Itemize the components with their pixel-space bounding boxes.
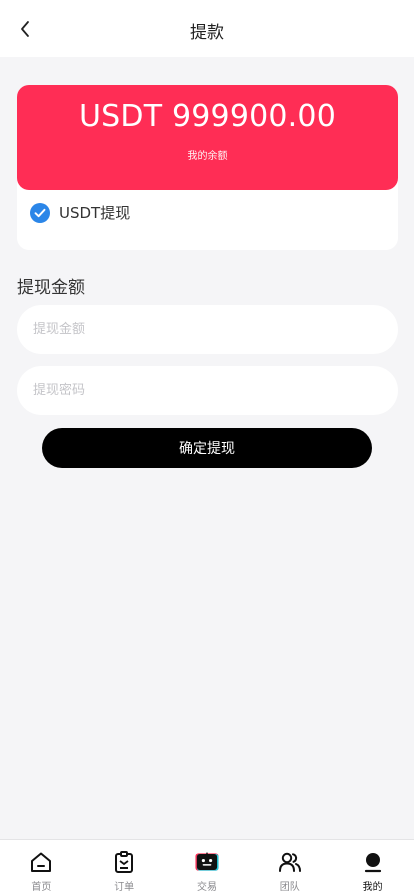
nav-label-team: 团队 <box>279 882 300 893</box>
bottom-nav: 首页 订单 交易 团队 我的 <box>0 839 414 896</box>
nav-label-mine: 我的 <box>362 882 383 893</box>
robot-icon <box>194 849 220 875</box>
team-icon <box>277 849 303 875</box>
balance-card: USDT 999900.00 我的余额 <box>17 85 398 190</box>
balance-label: 我的余额 <box>187 151 228 162</box>
password-field <box>17 366 398 415</box>
nav-label-trade: 交易 <box>196 882 217 893</box>
confirm-withdraw-button[interactable]: 确定提现 <box>42 428 372 468</box>
nav-item-mine[interactable]: 我的 <box>331 840 414 896</box>
amount-section-title: 提现金额 <box>17 278 85 298</box>
nav-item-trade[interactable]: 交易 <box>166 840 249 896</box>
nav-label-orders: 订单 <box>114 882 135 893</box>
password-input[interactable] <box>17 366 398 415</box>
nav-item-orders[interactable]: 订单 <box>83 840 166 896</box>
nav-item-team[interactable]: 团队 <box>248 840 331 896</box>
page-title: 提款 <box>190 23 224 43</box>
nav-item-home[interactable]: 首页 <box>0 840 83 896</box>
check-circle-icon <box>30 202 50 223</box>
clipboard-icon <box>111 849 137 875</box>
header: 提款 <box>0 0 414 57</box>
withdraw-page: 提款 USDT提现 USDT 999900.00 我的余额 提现金额 确定提现 <box>0 0 414 896</box>
nav-label-home: 首页 <box>31 882 52 893</box>
amount-field <box>17 305 398 354</box>
withdraw-method-box: USDT提现 <box>17 180 398 250</box>
home-icon <box>28 849 54 875</box>
method-label: USDT提现 <box>59 204 131 222</box>
balance-amount: USDT 999900.00 <box>79 99 336 134</box>
amount-input[interactable] <box>17 305 398 354</box>
user-icon <box>360 849 386 875</box>
method-option-usdt[interactable]: USDT提现 <box>30 202 130 223</box>
